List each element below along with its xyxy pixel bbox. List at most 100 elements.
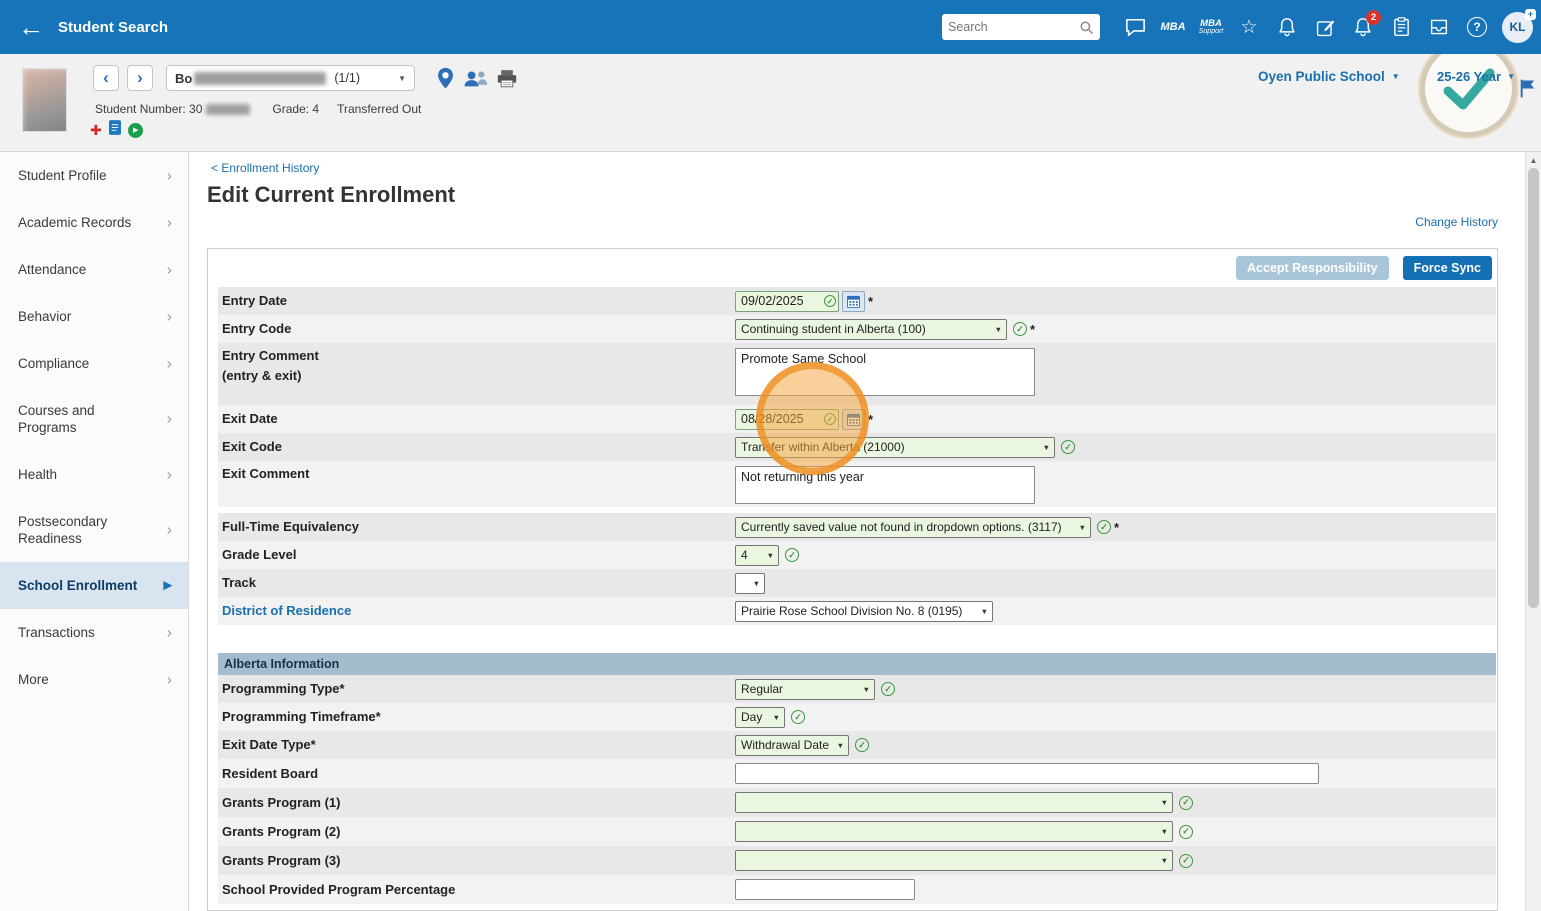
mba-support-icon[interactable]: MBA Support <box>1198 14 1224 40</box>
programming-type-select[interactable]: Regular ▼ <box>735 679 875 700</box>
sidebar-item-behavior[interactable]: Behavior› <box>0 293 188 340</box>
sidebar-item-postsecondary-readiness[interactable]: Postsecondary Readiness› <box>0 498 188 562</box>
valid-check-icon: ✓ <box>824 413 836 425</box>
programming-timeframe-row: Programming Timeframe* Day ▼ ✓ <box>218 703 1496 731</box>
valid-check-icon: ✓ <box>1179 825 1193 839</box>
chevron-right-icon: › <box>167 167 172 184</box>
chevron-right-icon: › <box>167 355 172 372</box>
chevron-down-icon: ▼ <box>1507 72 1515 81</box>
chevron-down-icon: ▼ <box>1392 72 1400 81</box>
sidebar-item-academic-records[interactable]: Academic Records› <box>0 199 188 246</box>
prev-student-button[interactable]: ‹ <box>93 65 119 91</box>
sidebar-item-health[interactable]: Health› <box>0 451 188 498</box>
school-year-selector[interactable]: 25-26 Year ▼ <box>1437 69 1515 84</box>
chevron-down-icon: ▼ <box>398 74 406 83</box>
accept-responsibility-button[interactable]: Accept Responsibility <box>1236 256 1389 280</box>
vertical-scrollbar[interactable]: ▲ <box>1525 152 1541 911</box>
play-icon[interactable]: ▶ <box>128 123 143 138</box>
chevron-right-icon: › <box>167 466 172 483</box>
exit-date-type-select[interactable]: Withdrawal Date ▼ <box>735 735 849 756</box>
district-of-residence-row: District of Residence Prairie Rose Schoo… <box>218 597 1496 625</box>
grade-level-select[interactable]: 4 ▼ <box>735 545 779 566</box>
chevron-down-icon: ▼ <box>863 685 870 694</box>
chevron-down-icon: ▼ <box>767 551 774 560</box>
global-search[interactable] <box>942 14 1100 40</box>
back-arrow-icon[interactable]: ← <box>18 14 44 40</box>
user-avatar[interactable]: KL + <box>1502 12 1533 43</box>
entry-code-select[interactable]: Continuing student in Alberta (100) ▼ <box>735 319 1007 340</box>
top-nav-bar: ← Student Search MBA MBA Support ☆ <box>0 0 1541 54</box>
entry-date-calendar-button[interactable] <box>842 291 865 312</box>
grants-program-3-select[interactable]: ▼ <box>735 850 1173 871</box>
alberta-information-header: Alberta Information <box>218 653 1496 675</box>
district-of-residence-link[interactable]: District of Residence <box>222 603 735 619</box>
chevron-down-icon: ▼ <box>1161 856 1168 865</box>
entry-comment-textarea[interactable]: Promote Same School <box>735 348 1035 396</box>
enrollment-history-link[interactable]: < Enrollment History <box>211 161 319 175</box>
bell-icon[interactable] <box>1274 14 1300 40</box>
track-select[interactable]: ▼ <box>735 573 765 594</box>
chevron-down-icon: ▼ <box>1161 827 1168 836</box>
chevron-right-icon: › <box>167 522 172 539</box>
chat-icon[interactable] <box>1122 14 1148 40</box>
help-icon[interactable]: ? <box>1464 14 1490 40</box>
sidebar-item-courses-and-programs[interactable]: Courses and Programs› <box>0 387 188 451</box>
mba-icon[interactable]: MBA <box>1160 14 1186 40</box>
scroll-up-arrow[interactable]: ▲ <box>1526 152 1541 168</box>
inbox-icon[interactable] <box>1426 14 1452 40</box>
valid-check-icon: ✓ <box>785 548 799 562</box>
chevron-right-icon: › <box>167 214 172 231</box>
grants-program-1-select[interactable]: ▼ <box>735 792 1173 813</box>
chevron-right-icon: › <box>167 411 172 428</box>
fte-select[interactable]: Currently saved value not found in dropd… <box>735 517 1091 538</box>
school-selector[interactable]: Oyen Public School ▼ <box>1258 69 1400 84</box>
resident-board-row: Resident Board <box>218 759 1496 788</box>
sidebar-item-more[interactable]: More› <box>0 656 188 703</box>
student-header-tools <box>437 67 517 95</box>
scrollbar-thumb[interactable] <box>1528 168 1539 608</box>
page-header-title: Student Search <box>58 19 168 36</box>
star-icon[interactable]: ☆ <box>1236 14 1262 40</box>
change-history-link[interactable]: Change History <box>1415 215 1498 229</box>
exit-code-select[interactable]: Transfer within Alberta (21000) ▼ <box>735 437 1055 458</box>
sidebar-item-attendance[interactable]: Attendance› <box>0 246 188 293</box>
grants-program-2-select[interactable]: ▼ <box>735 821 1173 842</box>
alert-bell-icon[interactable]: 2 <box>1350 14 1376 40</box>
search-input[interactable] <box>948 20 1079 34</box>
next-student-button[interactable]: › <box>127 65 153 91</box>
clipboard-icon[interactable] <box>1388 14 1414 40</box>
force-sync-button[interactable]: Force Sync <box>1403 256 1492 280</box>
chevron-down-icon: ▼ <box>1161 798 1168 807</box>
exit-comment-textarea[interactable]: Not returning this year <box>735 466 1035 504</box>
programming-timeframe-select[interactable]: Day ▼ <box>735 707 785 728</box>
sidebar-item-transactions[interactable]: Transactions› <box>0 609 188 656</box>
sidebar-item-student-profile[interactable]: Student Profile› <box>0 152 188 199</box>
exit-date-calendar-button[interactable] <box>842 409 865 430</box>
student-meta: Student Number: 30 Grade: 4 Transferred … <box>95 102 421 116</box>
chevron-down-icon: ▼ <box>1043 443 1050 452</box>
resident-board-input[interactable] <box>735 763 1319 784</box>
grants-program-2-row: Grants Program (2) ▼ ✓ <box>218 817 1496 846</box>
flag-icon[interactable] <box>1519 78 1535 104</box>
valid-check-icon: ✓ <box>1061 440 1075 454</box>
chevron-down-icon: ▼ <box>1079 523 1086 532</box>
student-name-dropdown[interactable]: Bo (1/1) ▼ <box>166 65 415 91</box>
school-provided-program-percentage-input[interactable] <box>735 879 915 900</box>
map-pin-icon[interactable] <box>437 67 454 95</box>
exit-date-type-row: Exit Date Type* Withdrawal Date ▼ ✓ <box>218 731 1496 759</box>
required-marker: * <box>1030 322 1035 337</box>
document-icon[interactable] <box>109 120 121 140</box>
chevron-down-icon: ▼ <box>773 713 780 722</box>
sidebar-item-school-enrollment[interactable]: School Enrollment▶ <box>0 562 188 609</box>
people-icon[interactable] <box>463 69 488 93</box>
medical-alert-icon[interactable]: ✚ <box>90 123 102 137</box>
grants-program-1-row: Grants Program (1) ▼ ✓ <box>218 788 1496 817</box>
print-icon[interactable] <box>497 69 517 93</box>
chevron-right-icon: › <box>167 261 172 278</box>
sidebar-item-compliance[interactable]: Compliance› <box>0 340 188 387</box>
exit-date-row: Exit Date ✓ * <box>218 405 1496 433</box>
form-actions: Accept Responsibility Force Sync <box>218 249 1496 287</box>
compose-icon[interactable] <box>1312 14 1338 40</box>
district-of-residence-select[interactable]: Prairie Rose School Division No. 8 (0195… <box>735 601 993 622</box>
sidebar-nav: Student Profile› Academic Records› Atten… <box>0 152 189 911</box>
